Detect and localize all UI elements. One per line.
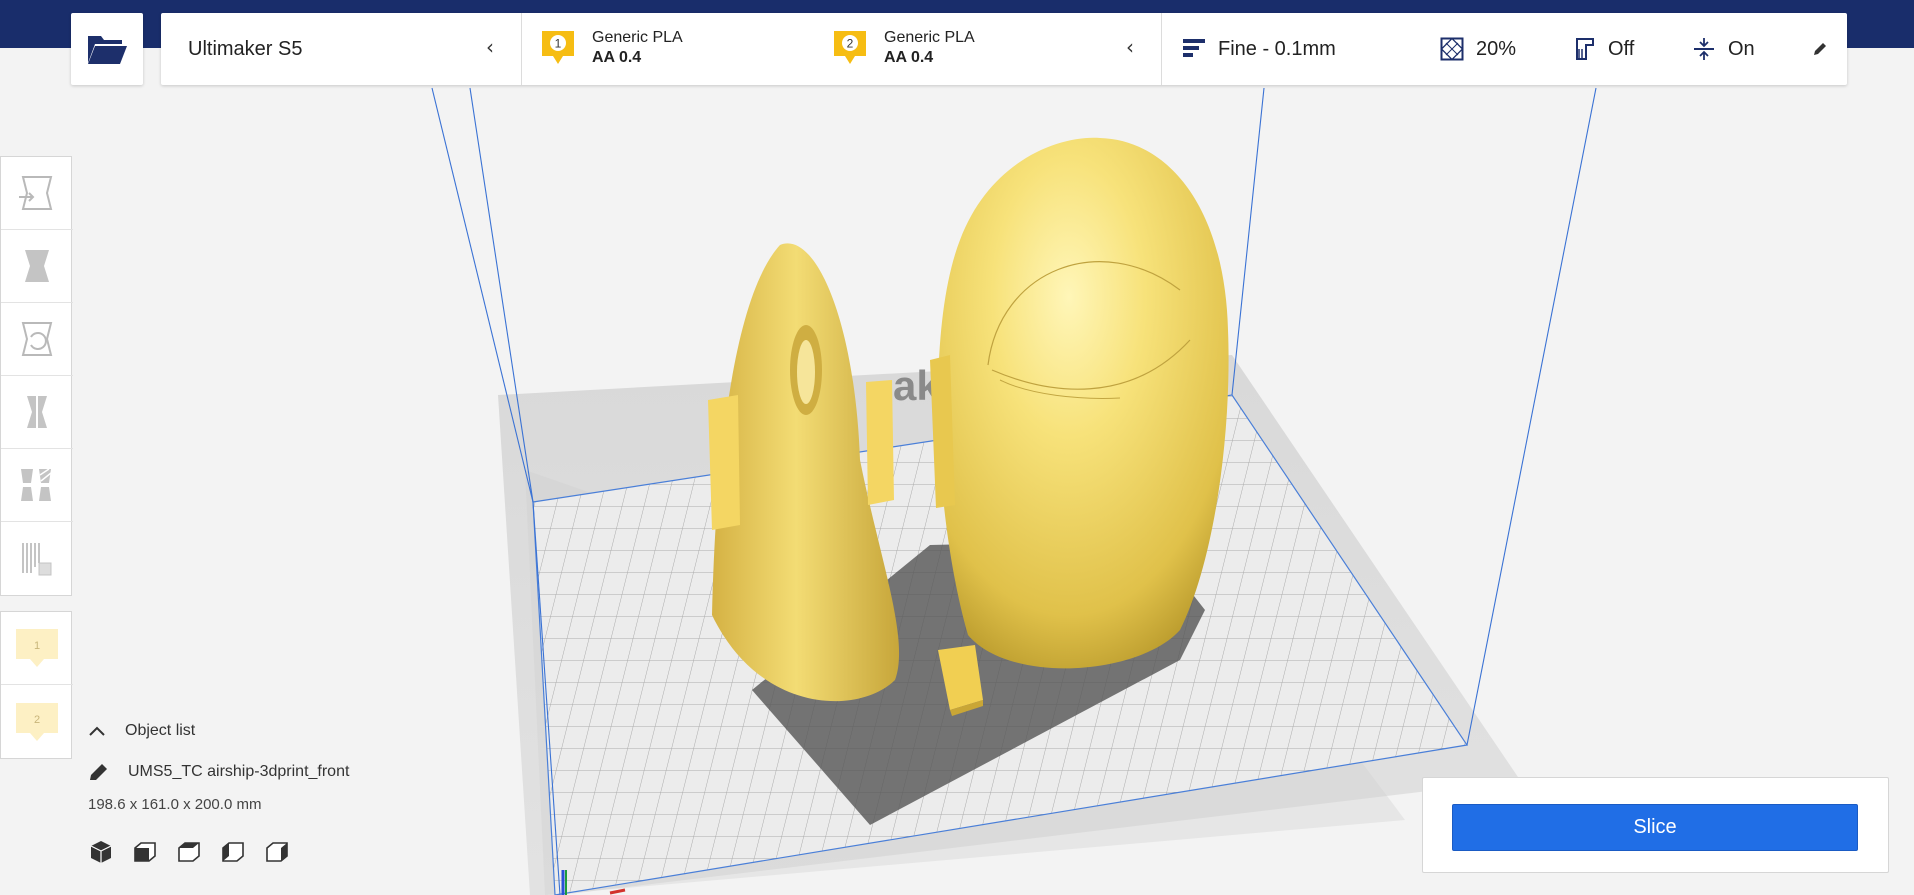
pencil-icon <box>90 764 107 780</box>
object-name: UMS5_TC airship-3dprint_front <box>128 763 350 780</box>
left-toolbar <box>0 156 73 596</box>
extruder-1-material: Generic PLA <box>592 29 683 47</box>
extruder-2-nozzle: AA 0.4 <box>884 49 934 66</box>
chevron-left-icon[interactable]: ‹ <box>1126 35 1134 59</box>
chevron-left-icon[interactable]: ‹ <box>486 35 494 59</box>
view-top-icon[interactable] <box>176 839 202 865</box>
support-value: Off <box>1608 37 1635 60</box>
object-list-toggle[interactable]: Object list <box>88 722 488 740</box>
camera-view-buttons <box>88 839 488 865</box>
view-3d-icon[interactable] <box>88 839 114 865</box>
extruder-tab-2[interactable]: 2 <box>1 685 73 758</box>
adhesion-setting[interactable]: On <box>1692 37 1755 61</box>
move-tool-button[interactable] <box>1 157 73 230</box>
folder-open-icon <box>88 36 127 64</box>
support-setting[interactable]: Off <box>1572 37 1634 61</box>
extruder-2-material: Generic PLA <box>884 29 975 47</box>
object-list-panel: Object list UMS5_TC airship-3dprint_fron… <box>88 722 488 865</box>
support-blocker-button[interactable] <box>1 522 73 595</box>
rotate-tool-button[interactable] <box>1 303 73 376</box>
mirror-tool-icon <box>27 394 47 430</box>
profile-label: Fine - 0.1mm <box>1218 37 1336 60</box>
extruder-1-badge-icon: 1 <box>542 31 574 64</box>
svg-text:2: 2 <box>34 714 40 726</box>
printer-selector[interactable]: Ultimaker S5 ‹ <box>161 13 522 85</box>
edit-pencil-icon[interactable] <box>1812 41 1828 57</box>
extruder-tab-1[interactable]: 1 <box>1 612 73 685</box>
svg-text:2: 2 <box>847 37 854 51</box>
infill-icon <box>1440 37 1464 61</box>
extruder-2-badge-icon: 2 <box>834 31 866 64</box>
support-icon <box>1576 38 1594 60</box>
per-model-settings-button[interactable] <box>1 449 73 522</box>
chevron-up-icon <box>89 726 105 736</box>
object-dimensions: 198.6 x 161.0 x 200.0 mm <box>88 796 262 813</box>
head-model[interactable] <box>930 137 1229 669</box>
profile-setting[interactable]: Fine - 0.1mm <box>1182 37 1336 61</box>
per-model-settings-icon <box>21 468 52 501</box>
extruder-2-tab-icon: 2 <box>16 702 58 741</box>
extruder-2[interactable]: 2 Generic PLA AA 0.4 <box>832 29 975 67</box>
open-file-button[interactable] <box>71 13 143 85</box>
svg-text:1: 1 <box>555 37 562 51</box>
mirror-tool-button[interactable] <box>1 376 73 449</box>
view-front-icon[interactable] <box>132 839 158 865</box>
slice-button[interactable]: Slice <box>1452 804 1858 851</box>
support-blocker-icon <box>22 542 52 575</box>
extruder-1-nozzle: AA 0.4 <box>592 49 642 66</box>
axis-x <box>609 888 626 895</box>
adhesion-value: On <box>1728 37 1755 60</box>
extruder-1-tab-icon: 1 <box>16 629 58 667</box>
profile-layers-icon <box>1183 39 1205 57</box>
extruder-configuration[interactable]: 1 Generic PLA AA 0.4 2 Generic PLA AA 0.… <box>522 13 1162 85</box>
cone-model[interactable] <box>708 243 900 702</box>
infill-setting[interactable]: 20% <box>1440 37 1516 61</box>
scale-tool-icon <box>25 250 49 282</box>
svg-text:1: 1 <box>34 640 40 652</box>
view-right-icon[interactable] <box>264 839 290 865</box>
printer-name: Ultimaker S5 <box>188 37 303 60</box>
slice-panel: Slice <box>1422 777 1889 873</box>
scale-tool-button[interactable] <box>1 230 73 303</box>
adhesion-icon <box>1694 38 1714 60</box>
extruder-tabs: 1 2 <box>0 611 73 759</box>
print-settings-selector[interactable]: Fine - 0.1mm 20% Off On <box>1162 13 1847 85</box>
infill-value: 20% <box>1476 37 1517 60</box>
main-header-bar: Ultimaker S5 ‹ 1 Generic PLA AA 0.4 2 Ge… <box>161 13 1847 85</box>
move-tool-icon <box>19 176 53 210</box>
rotate-tool-icon <box>21 322 53 356</box>
view-left-icon[interactable] <box>220 839 246 865</box>
extruder-1[interactable]: 1 Generic PLA AA 0.4 <box>540 29 683 67</box>
object-list-title: Object list <box>125 722 196 739</box>
object-name-row[interactable]: UMS5_TC airship-3dprint_front <box>88 762 488 782</box>
